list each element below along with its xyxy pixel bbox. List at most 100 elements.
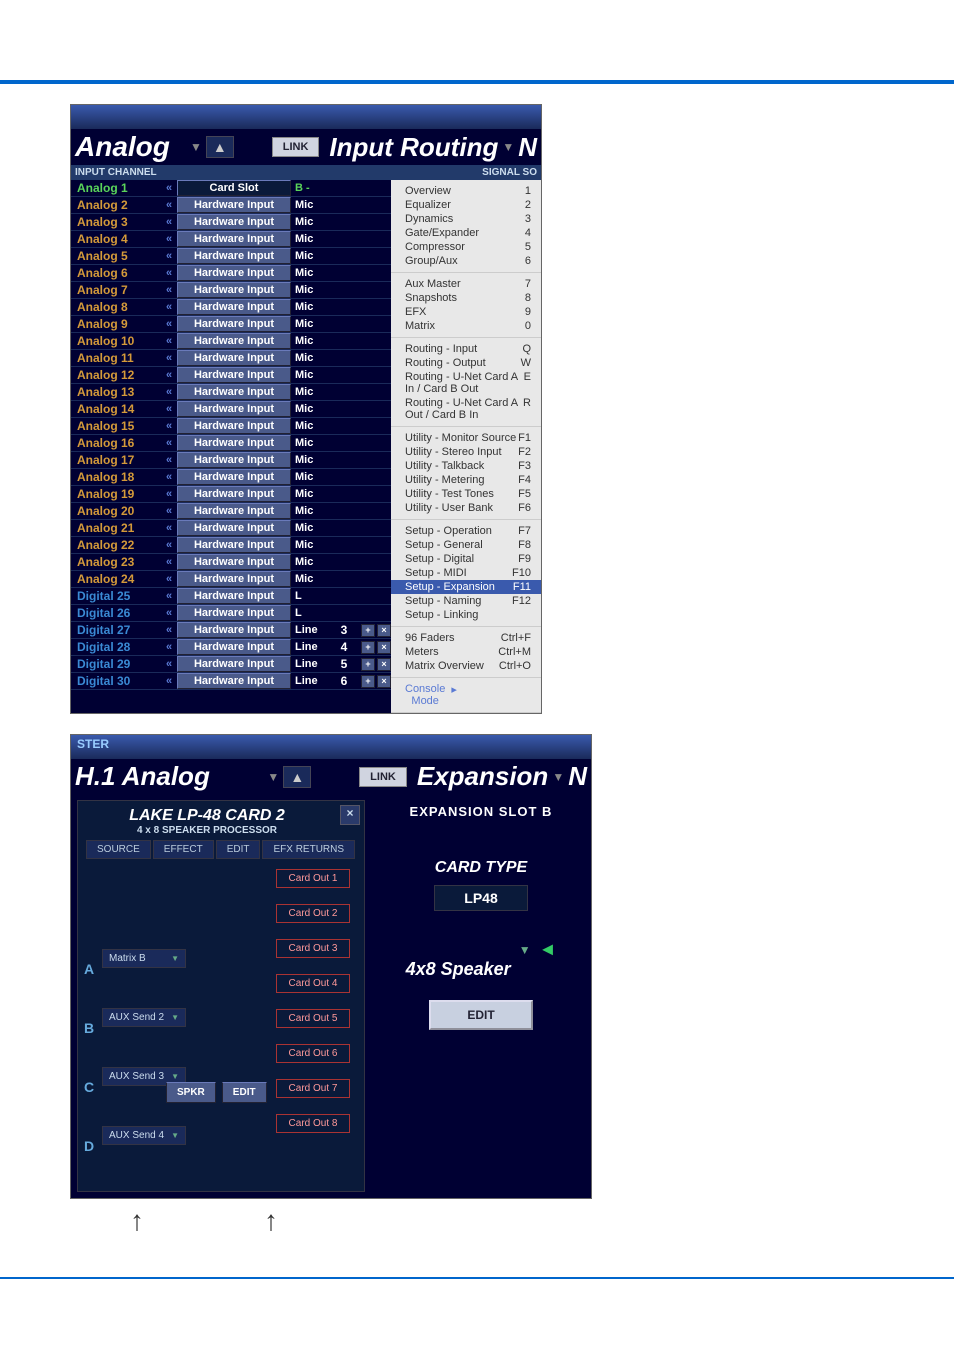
source-button[interactable]: Hardware Input xyxy=(177,639,291,655)
menu-item[interactable]: Routing - OutputW xyxy=(391,356,541,370)
channel-row[interactable]: Analog 8 « Hardware Input Mic xyxy=(71,299,391,316)
source-button[interactable]: Hardware Input xyxy=(177,435,291,451)
close-button[interactable]: × xyxy=(340,805,360,825)
channel-title[interactable]: H.1 Analog xyxy=(75,761,263,792)
channel-title[interactable]: Analog xyxy=(75,131,186,163)
menu-item[interactable]: Utility - TalkbackF3 xyxy=(391,459,541,473)
context-menu[interactable]: Overview1Equalizer2Dynamics3Gate/Expande… xyxy=(391,180,541,713)
source-button[interactable]: Card Slot xyxy=(177,180,291,196)
card-out-button[interactable]: Card Out 4 xyxy=(276,974,350,993)
source-button[interactable]: Hardware Input xyxy=(177,520,291,536)
speaker-mode[interactable]: 4x8 Speaker xyxy=(406,959,511,980)
card-out-button[interactable]: Card Out 3 xyxy=(276,939,350,958)
channel-row[interactable]: Analog 6 « Hardware Input Mic xyxy=(71,265,391,282)
source-button[interactable]: Hardware Input xyxy=(177,605,291,621)
source-button[interactable]: Hardware Input xyxy=(177,316,291,332)
channel-row[interactable]: Analog 22 « Hardware Input Mic xyxy=(71,537,391,554)
source-button[interactable]: Hardware Input xyxy=(177,622,291,638)
channel-row[interactable]: Analog 1 « Card Slot B - xyxy=(71,180,391,197)
menu-item[interactable]: 96 FadersCtrl+F xyxy=(391,631,541,645)
channel-row[interactable]: Digital 25 « Hardware Input L xyxy=(71,588,391,605)
menu-item[interactable]: Compressor5 xyxy=(391,240,541,254)
menu-item[interactable]: Routing - U-Net Card A In / Card B OutE xyxy=(391,370,541,396)
menu-item[interactable]: Routing - U-Net Card A Out / Card B InR xyxy=(391,396,541,422)
page-title[interactable]: Input Routing xyxy=(329,132,498,163)
card-out-button[interactable]: Card Out 5 xyxy=(276,1009,350,1028)
channel-row[interactable]: Analog 19 « Hardware Input Mic xyxy=(71,486,391,503)
menu-item[interactable]: Utility - Monitor SourceF1 xyxy=(391,431,541,445)
tab[interactable]: EFX RETURNS xyxy=(262,840,355,859)
source-button[interactable]: Hardware Input xyxy=(177,282,291,298)
menu-item[interactable]: Gate/Expander4 xyxy=(391,226,541,240)
source-button[interactable]: Hardware Input xyxy=(177,384,291,400)
menu-item[interactable]: Utility - Stereo InputF2 xyxy=(391,445,541,459)
channel-row[interactable]: Digital 30 « Hardware Input Line 6+× xyxy=(71,673,391,690)
channel-row[interactable]: Analog 15 « Hardware Input Mic xyxy=(71,418,391,435)
dropdown-icon[interactable]: ▼ xyxy=(519,943,531,957)
close-button[interactable]: × xyxy=(377,641,391,654)
channel-row[interactable]: Analog 10 « Hardware Input Mic xyxy=(71,333,391,350)
menu-item[interactable]: Utility - User BankF6 xyxy=(391,501,541,515)
tab[interactable]: SOURCE xyxy=(86,840,151,859)
menu-item[interactable]: Setup - MIDIF10 xyxy=(391,566,541,580)
source-button[interactable]: Hardware Input xyxy=(177,265,291,281)
source-select[interactable]: Matrix B▼ xyxy=(102,949,186,968)
channel-row[interactable]: Analog 11 « Hardware Input Mic xyxy=(71,350,391,367)
card-type-value[interactable]: LP48 xyxy=(434,885,528,911)
card-out-button[interactable]: Card Out 7 xyxy=(276,1079,350,1098)
up-button[interactable]: ▲ xyxy=(283,766,311,788)
menu-item[interactable]: Snapshots8 xyxy=(391,291,541,305)
card-out-button[interactable]: Card Out 2 xyxy=(276,904,350,923)
source-button[interactable]: Hardware Input xyxy=(177,401,291,417)
menu-item[interactable]: Setup - Linking xyxy=(391,608,541,622)
close-button[interactable]: × xyxy=(377,675,391,688)
source-button[interactable]: Hardware Input xyxy=(177,486,291,502)
menu-item[interactable]: Setup - DigitalF9 xyxy=(391,552,541,566)
source-button[interactable]: Hardware Input xyxy=(177,367,291,383)
menu-item[interactable]: Group/Aux6 xyxy=(391,254,541,268)
channel-row[interactable]: Analog 12 « Hardware Input Mic xyxy=(71,367,391,384)
channel-row[interactable]: Analog 14 « Hardware Input Mic xyxy=(71,401,391,418)
source-button[interactable]: Hardware Input xyxy=(177,197,291,213)
spkr-button[interactable]: SPKR xyxy=(166,1082,216,1103)
channel-row[interactable]: Analog 16 « Hardware Input Mic xyxy=(71,435,391,452)
menu-item[interactable]: Setup - OperationF7 xyxy=(391,524,541,538)
menu-item[interactable]: Aux Master7 xyxy=(391,277,541,291)
dropdown-icon[interactable]: ▼ xyxy=(552,770,564,784)
card-tabs[interactable]: SOURCEEFFECTEDITEFX RETURNS xyxy=(78,836,364,863)
channel-row[interactable]: Analog 5 « Hardware Input Mic xyxy=(71,248,391,265)
source-button[interactable]: Hardware Input xyxy=(177,554,291,570)
source-select[interactable]: AUX Send 4▼ xyxy=(102,1126,186,1145)
card-out-button[interactable]: Card Out 1 xyxy=(276,869,350,888)
channel-row[interactable]: Analog 18 « Hardware Input Mic xyxy=(71,469,391,486)
source-button[interactable]: Hardware Input xyxy=(177,418,291,434)
card-out-button[interactable]: Card Out 6 xyxy=(276,1044,350,1063)
source-button[interactable]: Hardware Input xyxy=(177,333,291,349)
menu-item[interactable]: Matrix OverviewCtrl+O xyxy=(391,659,541,673)
link-button[interactable]: LINK xyxy=(272,137,320,157)
channel-row[interactable]: Analog 13 « Hardware Input Mic xyxy=(71,384,391,401)
source-button[interactable]: Hardware Input xyxy=(177,588,291,604)
menu-item[interactable]: Routing - InputQ xyxy=(391,342,541,356)
menu-item[interactable]: Overview1 xyxy=(391,184,541,198)
source-button[interactable]: Hardware Input xyxy=(177,350,291,366)
plus-button[interactable]: + xyxy=(361,658,375,671)
source-button[interactable]: Hardware Input xyxy=(177,299,291,315)
dropdown-icon[interactable]: ▼ xyxy=(267,770,279,784)
source-button[interactable]: Hardware Input xyxy=(177,231,291,247)
dropdown-icon[interactable]: ▼ xyxy=(502,140,514,154)
source-button[interactable]: Hardware Input xyxy=(177,656,291,672)
menu-item[interactable]: Equalizer2 xyxy=(391,198,541,212)
close-button[interactable]: × xyxy=(377,624,391,637)
menu-item[interactable]: Setup - NamingF12 xyxy=(391,594,541,608)
tab[interactable]: EDIT xyxy=(216,840,261,859)
source-select[interactable]: AUX Send 2▼ xyxy=(102,1008,186,1027)
menu-item[interactable]: MetersCtrl+M xyxy=(391,645,541,659)
plus-button[interactable]: + xyxy=(361,675,375,688)
menu-item[interactable]: Console Mode xyxy=(391,682,431,708)
channel-row[interactable]: Analog 4 « Hardware Input Mic xyxy=(71,231,391,248)
source-button[interactable]: Hardware Input xyxy=(177,248,291,264)
channel-row[interactable]: Digital 29 « Hardware Input Line 5+× xyxy=(71,656,391,673)
source-button[interactable]: Hardware Input xyxy=(177,214,291,230)
channel-row[interactable]: Analog 21 « Hardware Input Mic xyxy=(71,520,391,537)
